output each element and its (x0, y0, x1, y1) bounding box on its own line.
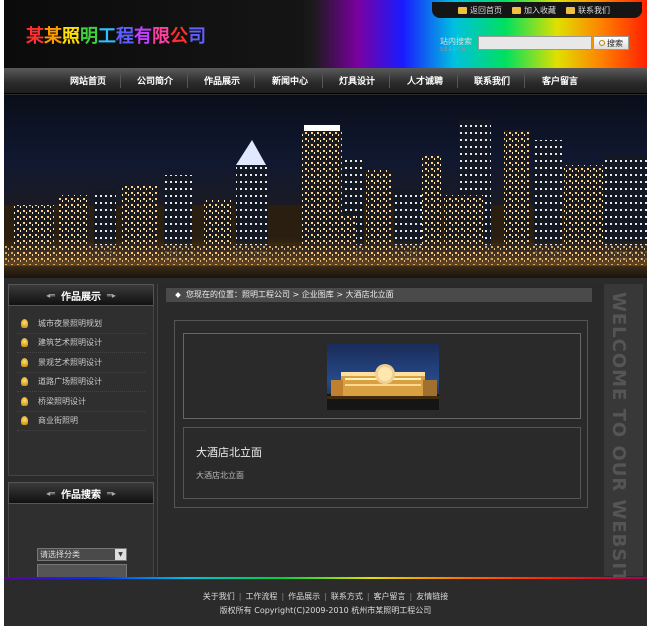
footer-link-contact[interactable]: 联系方式 (331, 592, 363, 601)
hotel-illustration (327, 364, 439, 410)
category-item[interactable]: 景观艺术照明设计 (17, 353, 145, 373)
works-panel-header: ◂═ 作品展示 ═▸ (8, 284, 154, 306)
search-panel-title: 作品搜索 (61, 489, 101, 501)
chevron-down-icon: ▼ (115, 549, 126, 560)
category-select[interactable]: 请选择分类 ▼ (37, 548, 127, 561)
search-icon (599, 40, 605, 46)
nav-divider (254, 74, 255, 88)
breadcrumb-company[interactable]: 照明工程公司 (242, 290, 290, 299)
search-label: 站内搜索 SEARCH (440, 37, 472, 53)
welcome-text: WELCOME TO OUR WEBSITE (608, 292, 629, 597)
lightbulb-icon (21, 357, 28, 367)
footer-link-works[interactable]: 作品展示 (288, 592, 320, 601)
home-icon (458, 6, 467, 14)
top-links: 返回首页 加入收藏 联系我们 (432, 2, 642, 18)
category-list: 城市夜景照明规划 建筑艺术照明设计 景观艺术照明设计 道路广场照明设计 桥梁照明… (8, 306, 154, 476)
lightbulb-icon (21, 377, 28, 387)
category-item[interactable]: 城市夜景照明规划 (17, 314, 145, 334)
text-frame: 大酒店北立面 大酒店北立面 (183, 427, 581, 499)
keyword-input[interactable] (37, 564, 127, 578)
mail-icon (566, 6, 575, 14)
nav-lamp-design[interactable]: 灯具设计 (339, 74, 375, 87)
nav-divider (524, 74, 525, 88)
category-item[interactable]: 道路广场照明设计 (17, 373, 145, 392)
category-item[interactable]: 桥梁照明设计 (17, 392, 145, 412)
hotel-photo[interactable] (327, 344, 439, 410)
welcome-strip: WELCOME TO OUR WEBSITE (604, 284, 643, 597)
city-night-banner (4, 95, 647, 278)
page: 某某照明工程有限公司 返回首页 加入收藏 联系我们 站内搜索 SEARCH 搜索… (4, 0, 647, 626)
left-sidebar: ◂═ 作品展示 ═▸ 城市夜景照明规划 建筑艺术照明设计 景观艺术照明设计 道路… (8, 284, 154, 596)
nav-about[interactable]: 公司简介 (137, 74, 173, 87)
footer-link-process[interactable]: 工作流程 (245, 592, 277, 601)
nav-works[interactable]: 作品展示 (204, 74, 240, 87)
ornament-icon: ◂═ (46, 290, 55, 300)
breadcrumb-gallery[interactable]: 企业图库 (302, 290, 334, 299)
nav-guestbook[interactable]: 客户留言 (542, 74, 578, 87)
top-link-favorite[interactable]: 加入收藏 (512, 5, 556, 16)
nav-divider (457, 74, 458, 88)
copyright: 版权所有 Copyright(C)2009-2010 杭州市某照明工程公司 (219, 606, 432, 615)
nav-divider (322, 74, 323, 88)
nav-home[interactable]: 网站首页 (70, 74, 106, 87)
category-item[interactable]: 商业街照明 (17, 412, 145, 431)
top-link-home[interactable]: 返回首页 (458, 5, 502, 16)
category-item[interactable]: 建筑艺术照明设计 (17, 334, 145, 353)
nav-divider (187, 74, 188, 88)
image-frame (183, 333, 581, 419)
footer-links: 关于我们 | 工作流程 | 作品展示 | 联系方式 | 客户留言 | 友情链接 (202, 592, 449, 601)
work-description: 大酒店北立面 (196, 471, 244, 480)
works-panel-title: 作品展示 (61, 291, 101, 303)
footer-link-friends[interactable]: 友情链接 (416, 592, 448, 601)
diamond-icon (175, 291, 181, 298)
main-content: 您现在的位置：照明工程公司 > 企业图库 > 大酒店北立面 大酒店北立面 大酒店… (157, 284, 603, 576)
detail-frame: 大酒店北立面 大酒店北立面 (174, 320, 588, 508)
breadcrumb-current: 大酒店北立面 (345, 290, 394, 299)
nav-divider (389, 74, 390, 88)
work-title: 大酒店北立面 (196, 446, 262, 459)
breadcrumb: 您现在的位置：照明工程公司 > 企业图库 > 大酒店北立面 (166, 288, 592, 302)
favorite-icon (512, 6, 521, 14)
search-panel-header: ◂═ 作品搜索 ═▸ (8, 482, 154, 504)
nav-divider (120, 74, 121, 88)
site-search-input[interactable] (478, 36, 592, 50)
footer-link-guestbook[interactable]: 客户留言 (374, 592, 406, 601)
ornament-icon: ═▸ (107, 290, 116, 300)
ornament-icon: ◂═ (46, 488, 55, 498)
header: 某某照明工程有限公司 返回首页 加入收藏 联系我们 站内搜索 SEARCH 搜索 (4, 0, 647, 68)
site-search-button[interactable]: 搜索 (593, 36, 629, 50)
lightbulb-icon (21, 338, 28, 348)
footer-link-about[interactable]: 关于我们 (203, 592, 235, 601)
lightbulb-icon (21, 318, 28, 328)
top-link-contact[interactable]: 联系我们 (566, 5, 610, 16)
footer: 关于我们 | 工作流程 | 作品展示 | 联系方式 | 客户留言 | 友情链接 版权所有 Copyr… (4, 579, 647, 626)
ornament-icon: ═▸ (107, 488, 116, 498)
nav-contact[interactable]: 联系我们 (474, 74, 510, 87)
lightbulb-icon (21, 396, 28, 406)
site-logo[interactable]: 某某照明工程有限公司 (26, 22, 206, 48)
main-nav: 网站首页 公司简介 作品展示 新闻中心 灯具设计 人才诚聘 联系我们 客户留言 (4, 68, 647, 94)
nav-jobs[interactable]: 人才诚聘 (407, 74, 443, 87)
lightbulb-icon (21, 416, 28, 426)
nav-news[interactable]: 新闻中心 (272, 74, 308, 87)
